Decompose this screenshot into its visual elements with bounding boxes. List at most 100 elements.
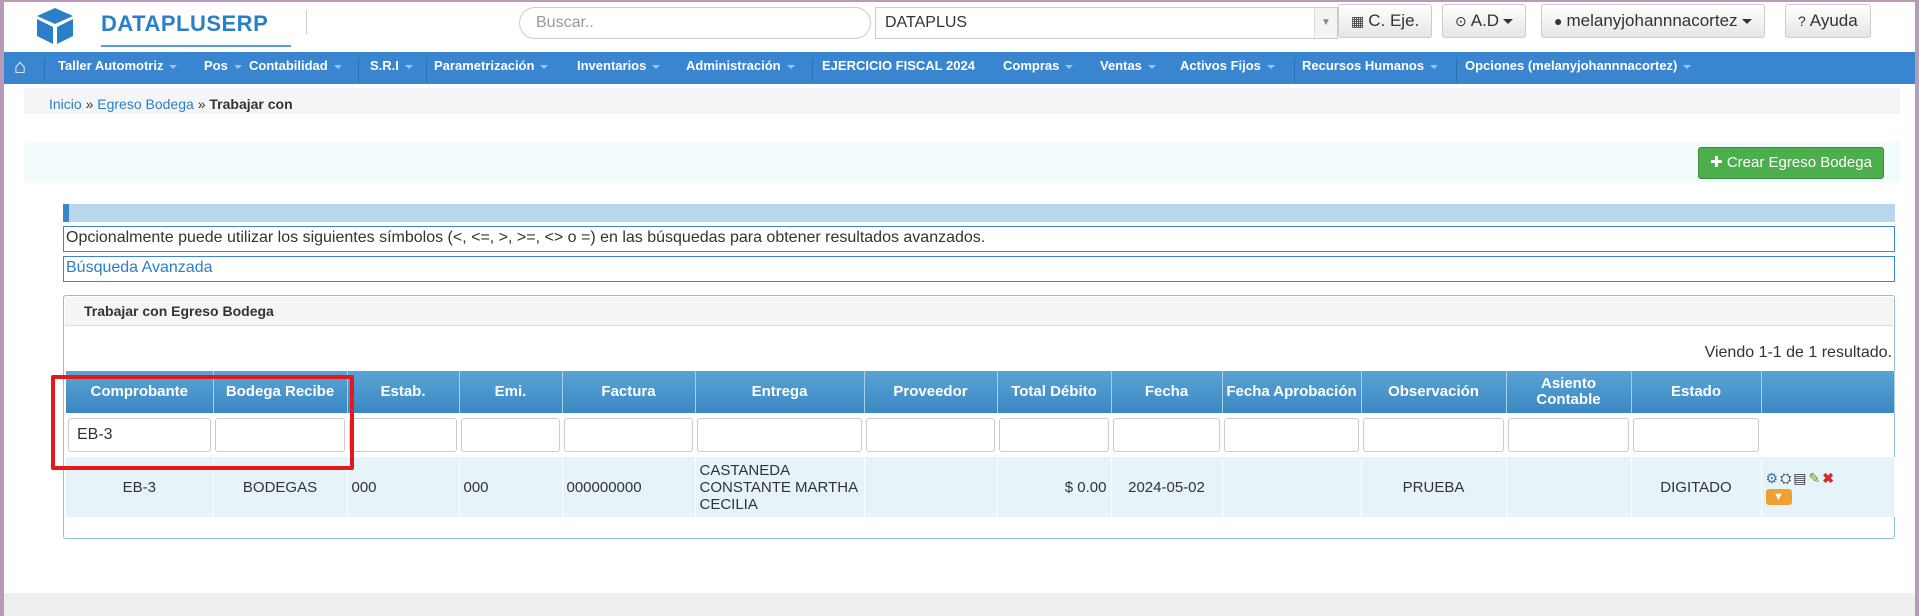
caret-down-icon bbox=[1503, 19, 1514, 25]
caret-down-icon bbox=[1147, 64, 1156, 69]
nav-item-parametrizacion[interactable]: Parametrización bbox=[434, 52, 560, 84]
ejercicio-label: C. Eje. bbox=[1368, 11, 1420, 30]
column-header-total-debito[interactable]: Total Débito bbox=[997, 371, 1112, 413]
ejercicio-button[interactable]: ▦ C. Eje. bbox=[1338, 4, 1433, 38]
cell-observacion: PRUEBA bbox=[1361, 457, 1507, 517]
column-header-entrega[interactable]: Entrega bbox=[695, 371, 865, 413]
nav-label: Opciones (melanyjohannnacortez) bbox=[1465, 58, 1678, 73]
column-header-estab[interactable]: Estab. bbox=[347, 371, 460, 413]
highlight-box bbox=[51, 375, 354, 470]
nav-item-ventas[interactable]: Ventas bbox=[1100, 52, 1168, 84]
filter-empty-cell bbox=[1761, 413, 1894, 457]
caret-down-icon bbox=[540, 64, 549, 69]
column-header-fecha-aprobacion[interactable]: Fecha Aprobación bbox=[1222, 371, 1362, 413]
create-egreso-label: Crear Egreso Bodega bbox=[1726, 154, 1872, 171]
cell-factura: 000000000 bbox=[562, 457, 696, 517]
cell-fecha-aprobacion bbox=[1222, 457, 1362, 517]
brand-underline bbox=[101, 45, 291, 47]
top-header: DATAPLUSERP DATAPLUS ▼ ▦C. Eje. ⊙A.D ●me… bbox=[4, 2, 1915, 52]
nav-item-taller-automotriz[interactable]: Taller Automotriz bbox=[58, 52, 189, 84]
question-circle-icon: ? bbox=[1798, 13, 1806, 29]
action-bar bbox=[24, 141, 1900, 183]
header-divider bbox=[306, 10, 307, 34]
nav-item-sri[interactable]: S.R.I bbox=[370, 52, 425, 84]
nav-item-activos-fijos[interactable]: Activos Fijos bbox=[1180, 52, 1287, 84]
ad-dropdown-button[interactable]: ⊙ A.D bbox=[1442, 4, 1527, 38]
column-header-proveedor[interactable]: Proveedor bbox=[864, 371, 998, 413]
nav-label: Recursos Humanos bbox=[1302, 58, 1425, 73]
approve-icon[interactable]: ⛭ bbox=[1780, 470, 1791, 487]
nav-item-opciones[interactable]: Opciones (melanyjohannnacortez) bbox=[1465, 52, 1703, 84]
filter-factura-input[interactable] bbox=[564, 418, 693, 452]
caret-down-icon bbox=[333, 64, 342, 69]
cell-total-debito: $ 0.00 bbox=[997, 457, 1112, 517]
caret-down-icon bbox=[1266, 64, 1275, 69]
column-header-factura[interactable]: Factura bbox=[562, 371, 696, 413]
cube-logo-icon[interactable] bbox=[34, 6, 76, 49]
nav-label: Administración bbox=[686, 58, 781, 73]
clock-icon: ⊙ bbox=[1455, 13, 1467, 29]
home-icon[interactable]: ⌂ bbox=[14, 56, 26, 79]
user-menu-button[interactable]: ● melanyjohannnacortez bbox=[1541, 4, 1765, 38]
search-input[interactable] bbox=[519, 7, 871, 39]
cell-emi: 000 bbox=[459, 457, 563, 517]
nav-label: Ventas bbox=[1100, 58, 1142, 73]
filter-asiento-contable-input[interactable] bbox=[1508, 418, 1629, 452]
filter-observacion-input[interactable] bbox=[1363, 418, 1504, 452]
window-frame-right bbox=[1915, 0, 1919, 616]
nav-divider bbox=[812, 58, 813, 82]
filter-fecha-aprobacion-input[interactable] bbox=[1224, 418, 1359, 452]
create-egreso-button[interactable]: ✚ Crear Egreso Bodega bbox=[1698, 147, 1884, 179]
nav-item-recursos-humanos[interactable]: Recursos Humanos bbox=[1302, 52, 1450, 84]
thumbs-down-icon[interactable]: ▼ bbox=[1765, 488, 1792, 505]
breadcrumb-home-link[interactable]: Inicio bbox=[49, 96, 82, 112]
cell-actions: ⚙ ⛭ ▤ ✎ ✖ ▼ bbox=[1761, 457, 1895, 517]
nav-item-contabilidad[interactable]: Contabilidad bbox=[249, 52, 354, 84]
column-header-estado[interactable]: Estado bbox=[1631, 371, 1762, 413]
cell-estab: 000 bbox=[347, 457, 460, 517]
nav-label: Contabilidad bbox=[249, 58, 328, 73]
filter-estado-input[interactable] bbox=[1633, 418, 1759, 452]
filter-estab-input[interactable] bbox=[349, 418, 457, 452]
column-header-actions bbox=[1761, 371, 1895, 413]
gears-icon[interactable]: ⚙ bbox=[1766, 470, 1779, 487]
chevron-down-icon[interactable]: ▼ bbox=[1314, 8, 1337, 38]
user-icon: ● bbox=[1554, 13, 1563, 29]
breadcrumb-separator: » bbox=[197, 96, 206, 112]
cell-estado: DIGITADO bbox=[1631, 457, 1762, 517]
delete-x-icon[interactable]: ✖ bbox=[1822, 470, 1834, 487]
nav-item-pos[interactable]: Pos bbox=[204, 52, 254, 84]
nav-label: EJERCICIO FISCAL 2024 bbox=[822, 58, 975, 73]
nav-divider bbox=[1456, 58, 1457, 82]
breadcrumb-bar: Inicio » Egreso Bodega » Trabajar con bbox=[24, 88, 1900, 114]
edit-pencil-icon[interactable]: ✎ bbox=[1809, 470, 1821, 487]
nav-label: Inventarios bbox=[577, 58, 647, 73]
nav-item-inventarios[interactable]: Inventarios bbox=[577, 52, 672, 84]
breadcrumb-separator: » bbox=[85, 96, 94, 112]
breadcrumb-section-link[interactable]: Egreso Bodega bbox=[97, 96, 194, 112]
filter-proveedor-input[interactable] bbox=[866, 418, 995, 452]
panel-header: Trabajar con Egreso Bodega bbox=[65, 297, 1893, 326]
breadcrumb-current: Trabajar con bbox=[209, 96, 293, 112]
filter-fecha-input[interactable] bbox=[1113, 418, 1220, 452]
nav-item-compras[interactable]: Compras bbox=[1003, 52, 1085, 84]
advanced-search-link[interactable]: Búsqueda Avanzada bbox=[63, 256, 1895, 282]
help-button[interactable]: ? Ayuda bbox=[1785, 4, 1871, 38]
nav-item-ejercicio-fiscal[interactable]: EJERCICIO FISCAL 2024 bbox=[822, 52, 987, 84]
nav-item-administracion[interactable]: Administración bbox=[686, 52, 807, 84]
column-header-fecha[interactable]: Fecha bbox=[1111, 371, 1223, 413]
company-select[interactable]: DATAPLUS ▼ bbox=[875, 7, 1338, 39]
column-header-asiento-contable[interactable]: Asiento Contable bbox=[1506, 371, 1632, 413]
column-header-observacion[interactable]: Observación bbox=[1361, 371, 1507, 413]
calendar-icon: ▦ bbox=[1351, 13, 1365, 29]
filter-total-debito-input[interactable] bbox=[999, 418, 1109, 452]
nav-divider bbox=[426, 58, 427, 82]
search-section-header bbox=[63, 204, 1895, 222]
filter-entrega-input[interactable] bbox=[697, 418, 862, 452]
nav-label: Compras bbox=[1003, 58, 1060, 73]
document-icon[interactable]: ▤ bbox=[1793, 470, 1806, 487]
cell-entrega: CASTANEDA CONSTANTE MARTHA CECILIA bbox=[695, 457, 865, 517]
column-header-emi[interactable]: Emi. bbox=[459, 371, 563, 413]
brand-name[interactable]: DATAPLUSERP bbox=[101, 11, 268, 37]
filter-emi-input[interactable] bbox=[461, 418, 560, 452]
